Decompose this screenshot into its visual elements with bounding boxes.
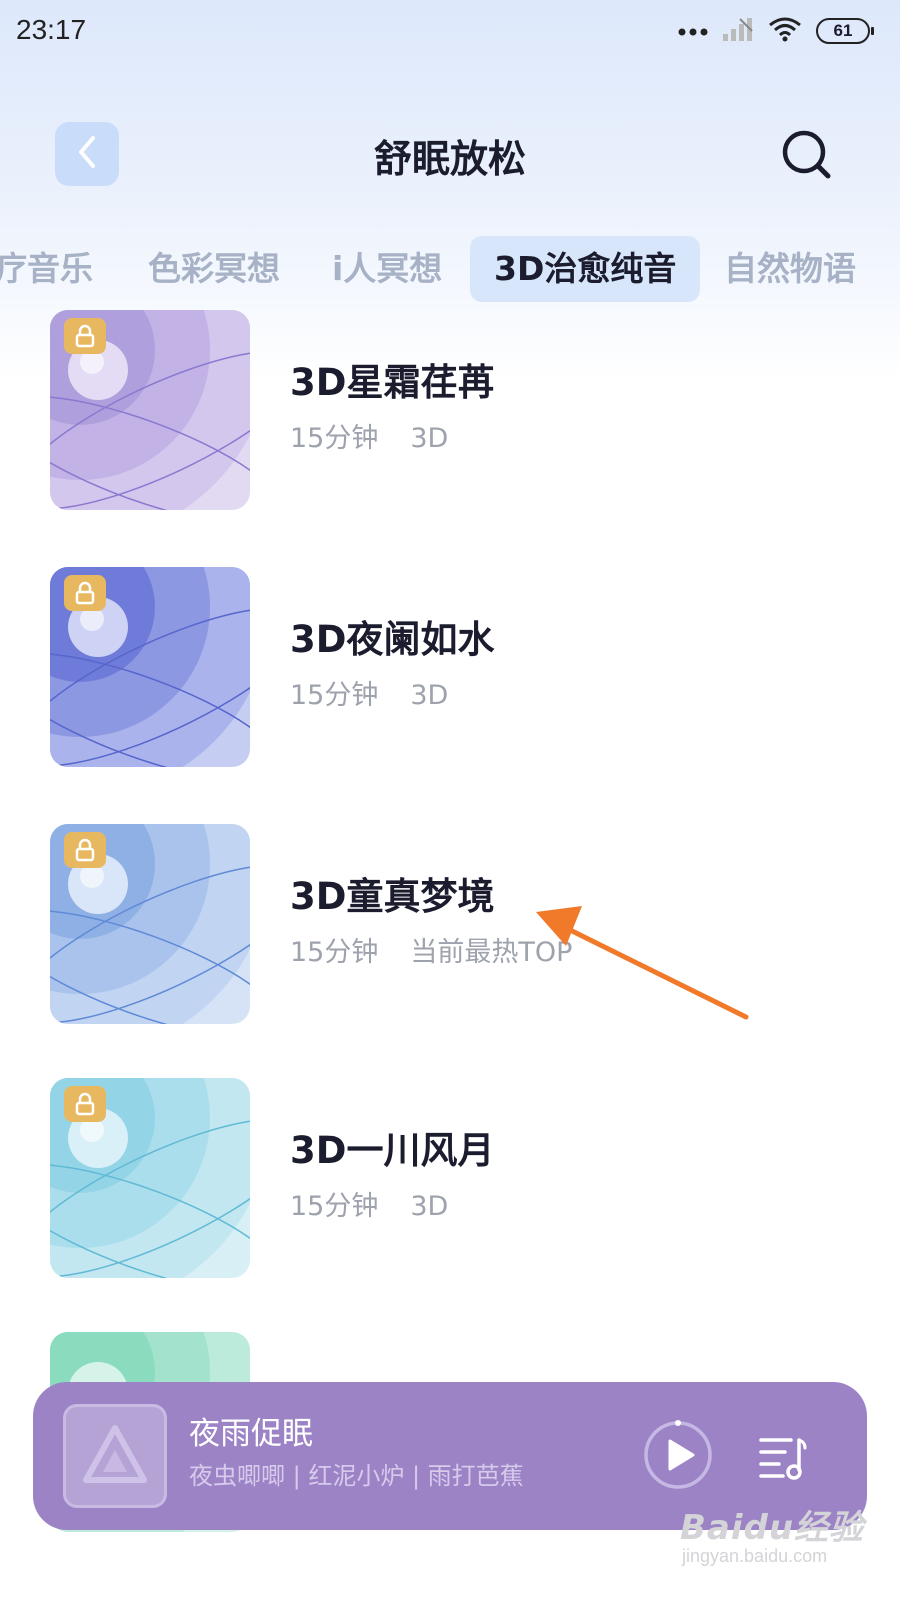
track-cover xyxy=(50,310,250,510)
search-icon xyxy=(780,130,834,186)
wifi-icon xyxy=(768,16,802,46)
track-duration: 15分钟 xyxy=(290,1191,379,1222)
more-dots-icon xyxy=(678,22,708,41)
status-bar: 23:17 61 xyxy=(0,0,900,60)
track-item[interactable]: 3D星霜荏苒 15分钟 3D xyxy=(0,310,900,510)
track-meta: 15分钟 3D xyxy=(290,1184,448,1223)
track-duration: 15分钟 xyxy=(290,423,379,454)
tab-nature[interactable]: 自然物语 xyxy=(724,236,856,302)
search-button[interactable] xyxy=(780,128,834,182)
track-tag: 3D xyxy=(410,423,449,454)
category-tabs: 疗音乐 色彩冥想 i人冥想 3D治愈纯音 自然物语 xyxy=(0,236,900,302)
track-duration: 15分钟 xyxy=(290,937,379,968)
lock-icon xyxy=(64,318,106,354)
track-duration: 15分钟 xyxy=(290,680,379,711)
track-item[interactable]: 3D童真梦境 15分钟 当前最热TOP xyxy=(0,824,900,1024)
track-item[interactable]: 3D一川风月 15分钟 3D xyxy=(0,1078,900,1278)
track-meta: 15分钟 3D xyxy=(290,416,448,455)
play-button[interactable] xyxy=(643,1420,713,1490)
baidu-watermark: Baidu经验 jingyan.baidu.com xyxy=(680,1500,890,1600)
track-item[interactable]: 3D夜阑如水 15分钟 3D xyxy=(0,567,900,767)
status-time: 23:17 xyxy=(16,14,87,45)
track-title: 3D星霜荏苒 xyxy=(290,361,495,404)
track-tag: 当前最热TOP xyxy=(410,937,573,968)
status-icons: 61 xyxy=(678,16,874,46)
watermark-logo: Baidu经验 xyxy=(680,1508,865,1548)
playlist-icon xyxy=(755,1438,811,1488)
signal-icon xyxy=(722,16,754,46)
track-tag: 3D xyxy=(410,1191,449,1222)
page-title: 舒眠放松 xyxy=(373,137,526,181)
player-cover xyxy=(63,1404,167,1508)
tab-music[interactable]: 疗音乐 xyxy=(0,236,93,302)
track-title: 3D童真梦境 xyxy=(290,875,495,918)
lock-icon xyxy=(64,1086,106,1122)
player-title: 夜雨促眠 xyxy=(189,1416,313,1452)
lock-icon xyxy=(64,575,106,611)
battery-icon: 61 xyxy=(816,18,874,44)
lock-icon xyxy=(64,832,106,868)
tab-color-meditation[interactable]: 色彩冥想 xyxy=(148,236,280,302)
triangle-logo-icon xyxy=(80,1422,150,1490)
watermark-url: jingyan.baidu.com xyxy=(682,1546,828,1566)
playlist-button[interactable] xyxy=(755,1428,811,1484)
track-cover xyxy=(50,824,250,1024)
tab-3d-healing[interactable]: 3D治愈纯音 xyxy=(470,236,701,302)
track-meta: 15分钟 当前最热TOP xyxy=(290,930,572,969)
track-cover xyxy=(50,1078,250,1278)
track-cover xyxy=(50,567,250,767)
play-icon xyxy=(643,1420,713,1494)
tab-introvert-meditation[interactable]: i人冥想 xyxy=(332,236,442,302)
track-meta: 15分钟 3D xyxy=(290,673,448,712)
player-subtitle: 夜虫唧唧 | 红泥小炉 | 雨打芭蕉 xyxy=(189,1462,524,1490)
track-tag: 3D xyxy=(410,680,449,711)
track-title: 3D夜阑如水 xyxy=(290,618,495,661)
track-title: 3D一川风月 xyxy=(290,1129,495,1172)
